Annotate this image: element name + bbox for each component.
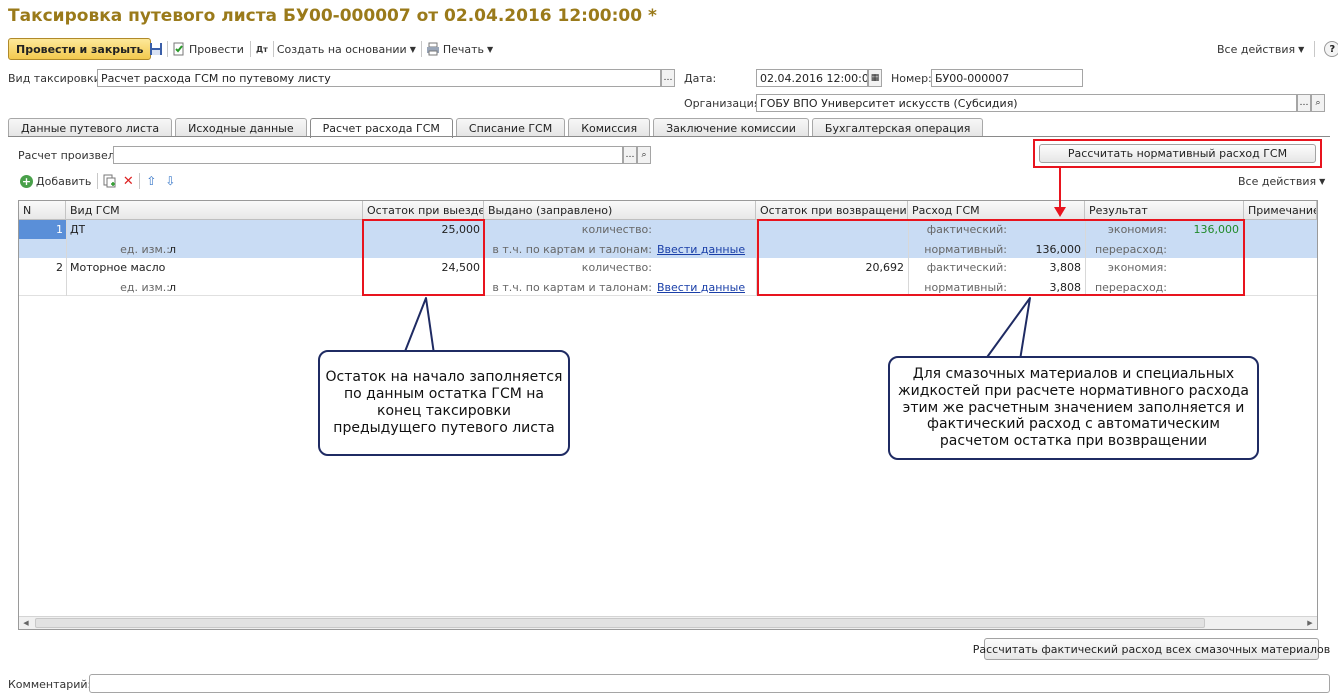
comment-label: Комментарий: [8, 678, 92, 691]
callout-right: Для смазочных материалов и специальных ж… [888, 356, 1259, 460]
annotation-arrows [403, 168, 1066, 361]
calc-fact-button[interactable]: Рассчитать фактический расход всех смазо… [973, 638, 1330, 660]
comment-field[interactable] [89, 674, 1330, 693]
callout-left: Остаток на начало заполняется по данным … [318, 350, 570, 456]
